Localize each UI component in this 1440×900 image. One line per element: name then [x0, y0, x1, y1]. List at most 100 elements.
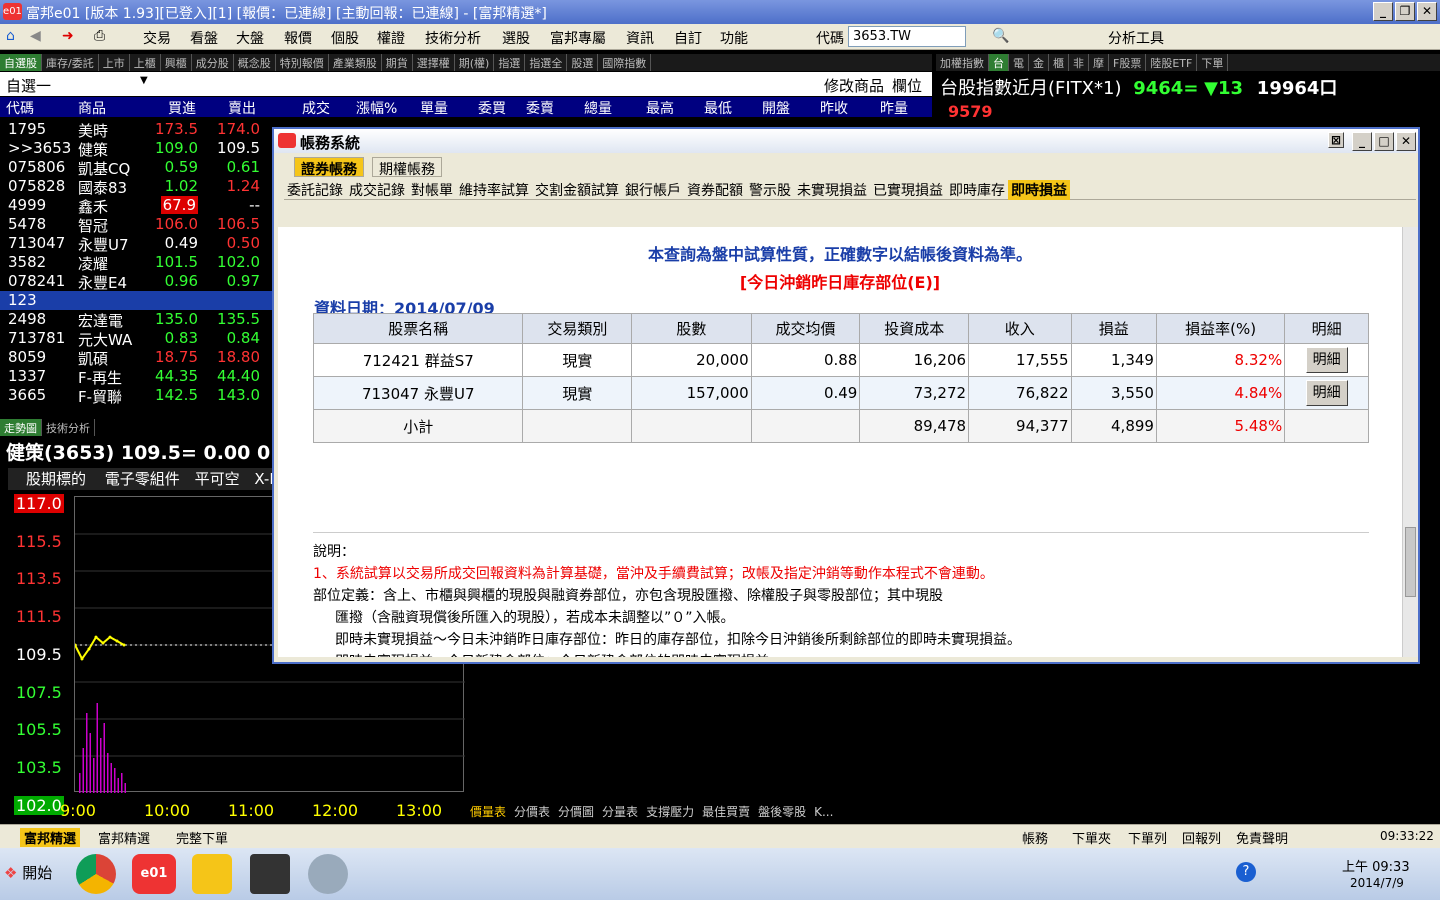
- tab-fubon-select-1[interactable]: 富邦精選: [20, 828, 81, 847]
- disclaimer-button[interactable]: 免責聲明: [1236, 828, 1288, 847]
- dialog-subtab[interactable]: 即時庫存: [946, 180, 1008, 200]
- dialog-maximize-button[interactable]: □: [1374, 132, 1394, 151]
- dialog-subtab[interactable]: 對帳單: [408, 180, 456, 200]
- chart-bottom-tab[interactable]: 最佳買賣: [702, 805, 750, 819]
- column-header[interactable]: 昨量: [880, 98, 908, 118]
- watchlist-row[interactable]: 713781 元大WA 0.83 0.84: [0, 329, 272, 349]
- dialog-subtab[interactable]: 未實現損益: [794, 180, 870, 200]
- column-header[interactable]: 開盤: [762, 98, 790, 118]
- column-header[interactable]: 委賣: [526, 98, 554, 118]
- watchlist-row[interactable]: 713047 永豐U7 0.49 0.50: [0, 234, 272, 254]
- left-tab[interactable]: 自選股: [0, 54, 42, 71]
- watchlist-row[interactable]: >>3653 健策 109.0 109.5: [0, 139, 272, 159]
- report-bar-button[interactable]: 回報列: [1182, 828, 1221, 847]
- column-header[interactable]: 代碼: [6, 98, 34, 118]
- watchlist-row[interactable]: 1795 美時 173.5 174.0: [0, 120, 272, 140]
- watchlist-row[interactable]: 3665 F-貿聯 142.5 143.0: [0, 386, 272, 406]
- column-header[interactable]: 漲幅%: [356, 98, 397, 118]
- left-tab[interactable]: 期貨: [382, 54, 413, 71]
- watchlist-row[interactable]: 075828 國泰83 1.02 1.24: [0, 177, 272, 197]
- dialog-subtab[interactable]: 委託記錄: [284, 180, 346, 200]
- dialog-subtab[interactable]: 成交記錄: [346, 180, 408, 200]
- order-bar-button[interactable]: 下單列: [1128, 828, 1167, 847]
- watchlist-row[interactable]: 4999 鑫禾 67.9 --: [0, 196, 272, 216]
- help-icon[interactable]: ?: [1236, 862, 1256, 882]
- watchlist-row[interactable]: 123: [0, 291, 272, 310]
- left-tab[interactable]: 上櫃: [130, 54, 161, 71]
- column-header[interactable]: 商品: [78, 98, 106, 118]
- restore-button[interactable]: ❐: [1395, 2, 1415, 21]
- app-yellow-icon[interactable]: [192, 854, 232, 894]
- close-button[interactable]: ✕: [1417, 2, 1437, 21]
- menu-custom[interactable]: 自訂: [674, 28, 702, 48]
- left-tab[interactable]: 指選: [494, 54, 526, 71]
- dropdown-icon[interactable]: ▼: [140, 75, 148, 86]
- index-tab[interactable]: 櫃: [1049, 54, 1069, 71]
- chart-bottom-tab[interactable]: 盤後零股: [758, 805, 806, 819]
- watchlist-select[interactable]: 自選一: [6, 75, 51, 96]
- left-tab[interactable]: 期(權): [455, 54, 495, 71]
- index-tab[interactable]: 台: [989, 54, 1009, 71]
- index-tab[interactable]: 加權指數: [936, 54, 989, 71]
- chart-bottom-tab[interactable]: 價量表: [470, 805, 506, 819]
- index-tab[interactable]: 陸股ETF: [1146, 54, 1198, 71]
- tab-technical[interactable]: 技術分析: [42, 419, 95, 436]
- forward-icon[interactable]: ➜: [62, 28, 74, 44]
- left-tab[interactable]: 指選全: [525, 54, 568, 71]
- column-header[interactable]: 賣出: [228, 98, 256, 118]
- index-tab[interactable]: 摩: [1089, 54, 1109, 71]
- detail-button[interactable]: 明細: [1305, 380, 1348, 406]
- left-tab[interactable]: 國際指數: [598, 54, 652, 71]
- dialog-help-button[interactable]: ⊠: [1328, 132, 1344, 148]
- column-header[interactable]: 成交: [302, 98, 330, 118]
- menu-fubon[interactable]: 富邦專屬: [550, 28, 606, 48]
- column-header[interactable]: 買進: [168, 98, 196, 118]
- menu-quote[interactable]: 報價: [284, 28, 312, 48]
- search-icon[interactable]: 🔍: [992, 28, 1009, 44]
- menu-market[interactable]: 大盤: [236, 28, 264, 48]
- menu-screener[interactable]: 選股: [502, 28, 530, 48]
- watchlist-row[interactable]: 1337 F-再生 44.35 44.40: [0, 367, 272, 387]
- index-tab[interactable]: 電: [1009, 54, 1029, 71]
- e01-icon[interactable]: e01: [132, 854, 176, 894]
- watchlist-row[interactable]: 2498 宏達電 135.0 135.5: [0, 310, 272, 330]
- back-icon[interactable]: ◀: [30, 28, 41, 44]
- start-button[interactable]: ❖ 開始: [4, 862, 52, 883]
- dialog-subtab[interactable]: 警示股: [746, 180, 794, 200]
- menu-stock[interactable]: 個股: [331, 28, 359, 48]
- dialog-close-button[interactable]: ✕: [1396, 132, 1416, 151]
- left-tab[interactable]: 成分股: [192, 54, 234, 71]
- dialog-subtab[interactable]: 即時損益: [1008, 180, 1070, 200]
- account-button[interactable]: 帳務: [1022, 828, 1048, 847]
- tab-full-order[interactable]: 完整下單: [176, 828, 228, 847]
- watchlist-row[interactable]: 3582 凌耀 101.5 102.0: [0, 253, 272, 273]
- watchlist-row[interactable]: 075806 凱基CQ 0.59 0.61: [0, 158, 272, 178]
- minimize-button[interactable]: _: [1373, 2, 1393, 21]
- code-input[interactable]: 3653.TW: [848, 26, 966, 47]
- tab-futures[interactable]: 期權帳務: [372, 157, 442, 178]
- dialog-subtab[interactable]: 資券配額: [684, 180, 746, 200]
- chrome-icon[interactable]: [76, 854, 116, 894]
- left-tab[interactable]: 股選: [567, 54, 599, 71]
- watchlist-row[interactable]: 8059 凱碩 18.75 18.80: [0, 348, 272, 368]
- chart-app-icon[interactable]: [250, 854, 290, 894]
- dialog-scrollbar[interactable]: [1402, 227, 1418, 657]
- dialog-subtab[interactable]: 交割金額試算: [532, 180, 622, 200]
- left-tab[interactable]: 選擇權: [413, 54, 455, 71]
- chart-bottom-tab[interactable]: 分量表: [602, 805, 638, 819]
- tab-securities[interactable]: 證券帳務: [294, 157, 364, 178]
- paint-icon[interactable]: [308, 854, 348, 894]
- home-icon[interactable]: ⌂: [6, 28, 15, 44]
- order-folder-button[interactable]: 下單夾: [1072, 828, 1111, 847]
- index-tab[interactable]: 非: [1069, 54, 1089, 71]
- menu-warrant[interactable]: 權證: [377, 28, 405, 48]
- left-tab[interactable]: 產業類股: [329, 54, 382, 71]
- left-tab[interactable]: 庫存/委託: [42, 54, 99, 71]
- column-header[interactable]: 單量: [420, 98, 448, 118]
- scroll-thumb[interactable]: [1405, 527, 1416, 597]
- column-header[interactable]: 最低: [704, 98, 732, 118]
- column-header[interactable]: 昨收: [820, 98, 848, 118]
- detail-button[interactable]: 明細: [1305, 347, 1348, 373]
- menu-info[interactable]: 資訊: [626, 28, 654, 48]
- watchlist-row[interactable]: 5478 智冠 106.0 106.5: [0, 215, 272, 235]
